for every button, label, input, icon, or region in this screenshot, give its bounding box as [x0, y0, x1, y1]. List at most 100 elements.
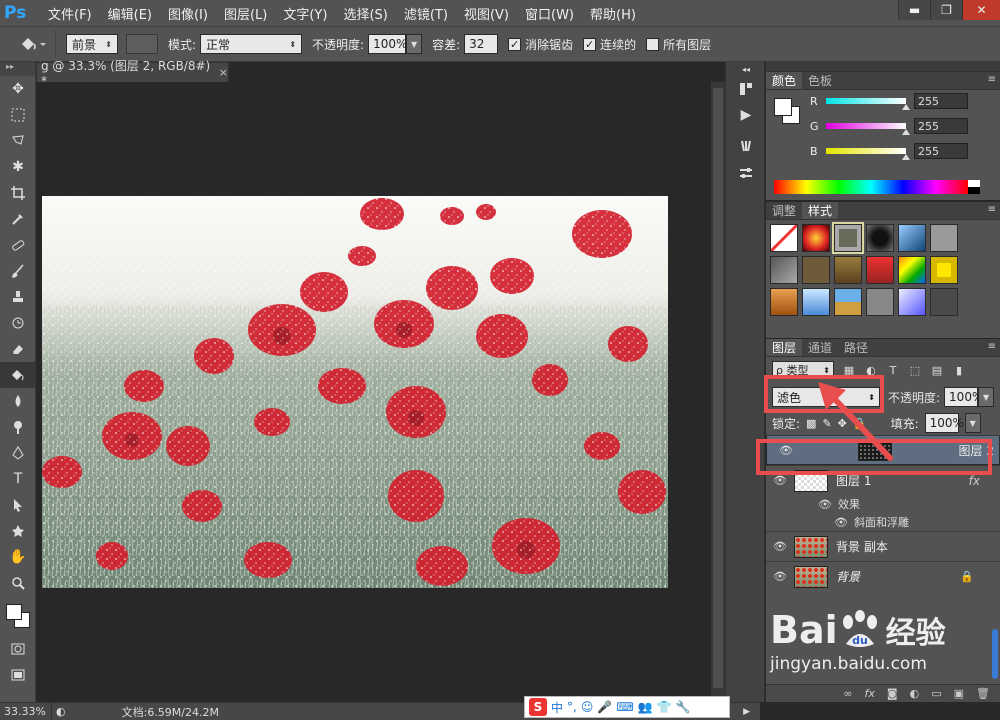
eyedropper-tool-icon[interactable] [0, 206, 36, 232]
crop-tool-icon[interactable] [0, 180, 36, 206]
tab-adjustments[interactable]: 调整 [766, 202, 802, 219]
ime-keyboard-icon[interactable]: ⌨ [616, 700, 633, 714]
ime-user-icon[interactable]: 👥 [638, 700, 653, 714]
red-channel-value[interactable]: 255 [914, 93, 968, 109]
style-swatch[interactable] [898, 288, 926, 316]
menu-file[interactable]: 文件(F) [40, 0, 100, 26]
panel-menu-icon[interactable]: ≡ [988, 341, 996, 352]
foreground-background-colors[interactable] [0, 596, 36, 636]
panel-menu-icon[interactable]: ≡ [988, 74, 996, 85]
new-adjustment-icon[interactable]: ◐ [910, 687, 920, 700]
green-channel-slider[interactable] [826, 123, 906, 129]
layer-filter-select[interactable]: ρ 类型 ⬍ [772, 361, 834, 379]
filter-adjustment-icon[interactable]: ◐ [864, 364, 878, 377]
style-swatch-selected[interactable] [832, 222, 864, 254]
blue-channel-value[interactable]: 255 [914, 143, 968, 159]
foreground-color-swatch[interactable] [774, 98, 792, 116]
style-swatch[interactable] [802, 224, 830, 252]
visibility-eye-icon[interactable]: 👁 [766, 570, 794, 583]
style-none-swatch[interactable] [770, 224, 798, 252]
lock-position-icon[interactable]: ✥ [838, 417, 847, 430]
tab-swatches[interactable]: 色板 [802, 72, 838, 89]
tab-color[interactable]: 颜色 [766, 72, 803, 89]
panel-grip[interactable] [766, 62, 1000, 72]
slider-thumb-icon[interactable] [902, 154, 910, 160]
paint-bucket-preset-icon[interactable] [10, 30, 56, 58]
tab-layers[interactable]: 图层 [766, 339, 803, 356]
effects-row[interactable]: 👁 效果 [766, 495, 1000, 513]
blend-mode-select[interactable]: 滤色 ⬍ [772, 387, 880, 407]
tab-styles[interactable]: 样式 [802, 202, 839, 219]
style-swatch[interactable] [770, 256, 798, 284]
antialias-checkbox[interactable]: ✓ [508, 37, 522, 51]
contiguous-checkbox[interactable]: ✓ [583, 37, 597, 51]
eraser-tool-icon[interactable] [0, 336, 36, 362]
visibility-eye-icon[interactable]: 👁 [766, 540, 794, 553]
style-swatch[interactable] [898, 256, 926, 284]
tolerance-input[interactable]: 32 [464, 34, 499, 54]
paint-bucket-tool-icon[interactable] [0, 362, 36, 388]
brush-tool-icon[interactable] [0, 258, 36, 284]
layer-effects-icon[interactable]: fx [969, 474, 980, 488]
style-swatch[interactable] [770, 288, 798, 316]
actions-panel-icon[interactable]: ▶ [726, 102, 766, 128]
lock-transparent-icon[interactable]: ▩ [806, 417, 816, 430]
ime-settings-icon[interactable]: 🔧 [676, 700, 691, 714]
pattern-picker[interactable] [126, 34, 158, 54]
fill-input[interactable]: 100% [924, 413, 964, 433]
layer-row-layer2[interactable]: 👁 图层 2 [766, 435, 1000, 465]
panel-menu-icon[interactable]: ≡ [988, 204, 996, 215]
blue-channel-slider[interactable] [826, 148, 906, 154]
style-swatch[interactable] [930, 224, 958, 252]
quick-mask-icon[interactable] [0, 636, 36, 662]
type-tool-icon[interactable]: T [0, 466, 36, 492]
green-channel-value[interactable]: 255 [914, 118, 968, 134]
screen-mode-icon[interactable] [0, 662, 36, 688]
add-style-icon[interactable]: fx [865, 687, 875, 700]
layer-row-background[interactable]: 👁 背景 🔒 [766, 561, 1000, 591]
visibility-eye-icon[interactable]: 👁 [834, 516, 848, 529]
menu-edit[interactable]: 编辑(E) [100, 0, 160, 26]
hand-tool-icon[interactable]: ✋ [0, 544, 36, 570]
lasso-tool-icon[interactable] [0, 128, 36, 154]
add-mask-icon[interactable]: ◙ [887, 687, 898, 700]
menu-filter[interactable]: 滤镜(T) [396, 0, 456, 26]
history-brush-tool-icon[interactable] [0, 310, 36, 336]
lock-all-icon[interactable]: 🔒 [853, 417, 867, 430]
ime-punctuation-icon[interactable]: °, [567, 700, 577, 714]
menu-type[interactable]: 文字(Y) [275, 0, 335, 26]
black-white-ramp[interactable] [968, 180, 980, 194]
style-swatch[interactable] [802, 288, 830, 316]
layer-row-layer1[interactable]: 👁 图层 1 fx [766, 465, 1000, 495]
path-selection-tool-icon[interactable] [0, 492, 36, 518]
style-swatch[interactable] [930, 256, 958, 284]
shape-tool-icon[interactable] [0, 518, 36, 544]
style-swatch[interactable] [866, 288, 894, 316]
move-tool-icon[interactable]: ✥ [0, 76, 36, 102]
zoom-level[interactable]: 33.33% [0, 702, 52, 720]
pen-tool-icon[interactable] [0, 440, 36, 466]
filter-pixel-icon[interactable]: ▦ [842, 364, 856, 377]
style-swatch[interactable] [930, 288, 958, 316]
ime-voice-icon[interactable]: 🎤 [597, 700, 612, 714]
menu-image[interactable]: 图像(I) [160, 0, 216, 26]
zoom-tool-icon[interactable] [0, 570, 36, 596]
menu-help[interactable]: 帮助(H) [582, 0, 644, 26]
menu-select[interactable]: 选择(S) [335, 0, 395, 26]
vertical-scrollbar[interactable] [711, 82, 725, 702]
status-menu-icon[interactable]: ◐ [56, 705, 66, 718]
opacity-input[interactable]: 100% [368, 34, 407, 54]
foreground-color-swatch[interactable] [6, 604, 22, 620]
dock-grip[interactable]: ◂◂ [726, 62, 766, 76]
fill-dropdown-icon[interactable]: ▼ [964, 413, 981, 433]
visibility-eye-icon[interactable]: 👁 [772, 444, 800, 457]
tab-channels[interactable]: 通道 [802, 339, 838, 356]
style-swatch[interactable] [866, 224, 894, 252]
delete-layer-icon[interactable]: 🗑 [976, 687, 990, 700]
red-channel-slider[interactable] [826, 98, 906, 104]
new-layer-icon[interactable]: ▣ [954, 687, 964, 700]
style-swatch[interactable] [898, 224, 926, 252]
opacity-dropdown-icon[interactable]: ▼ [406, 34, 423, 54]
ime-skin-icon[interactable]: 👕 [657, 700, 672, 714]
mode-select[interactable]: 正常 ⬍ [200, 34, 303, 54]
